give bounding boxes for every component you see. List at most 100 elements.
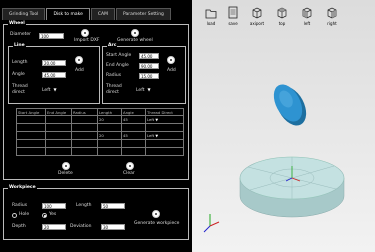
generate-workpiece-button[interactable]	[152, 210, 160, 218]
app-window: Grinding Tool Disk to make CAM Parameter…	[0, 0, 375, 252]
arc-direct-select[interactable]: Left ▼	[136, 87, 151, 93]
toolbar-label: right	[327, 21, 337, 26]
table-cell[interactable]	[97, 123, 122, 132]
chevron-down-icon: ▼	[155, 134, 159, 138]
table-cell[interactable]	[16, 123, 46, 132]
arc-radius-input[interactable]: 15.00	[139, 73, 159, 79]
line-legend: Line	[13, 43, 26, 49]
cube-left-icon	[302, 7, 312, 19]
wp-deviation-label: Deviation	[70, 224, 92, 229]
table-cell[interactable]	[45, 115, 72, 124]
table-cell[interactable]	[71, 115, 98, 124]
delete-label: Delete	[58, 171, 73, 176]
toolbar-save[interactable]: save	[222, 6, 244, 30]
arc-end-input[interactable]: 90.00	[139, 63, 159, 69]
hole-radio-yes[interactable]	[42, 213, 47, 218]
toolbar-left[interactable]: left	[296, 6, 318, 30]
wp-deviation-input[interactable]: 30	[101, 224, 125, 230]
table-cell[interactable]	[16, 147, 46, 156]
table-row[interactable]	[16, 139, 184, 148]
table-cell[interactable]	[145, 123, 184, 132]
generate-workpiece-label: Generate workpiece	[134, 221, 180, 226]
toolbar-label: axiport	[249, 21, 265, 26]
arc-group: Arc Start Angle 45.00 End Angle 90.00 Ra…	[102, 43, 186, 104]
table-cell[interactable]	[121, 147, 146, 156]
table-cell[interactable]	[16, 115, 46, 124]
column-header[interactable]: Length	[97, 108, 122, 116]
workpiece-legend: Workpiece	[8, 185, 37, 191]
arc-direct-value: Left	[136, 88, 145, 93]
delete-button[interactable]	[62, 162, 70, 170]
table-cell[interactable]	[45, 139, 72, 148]
column-header[interactable]: Start Angle	[16, 108, 46, 116]
column-header[interactable]: End Angle	[45, 108, 72, 116]
table-cell[interactable]	[45, 147, 72, 156]
line-add-button[interactable]	[75, 56, 83, 64]
toolbar-top[interactable]: top	[271, 6, 293, 30]
tab-parameter-setting[interactable]: Parameter Setting	[115, 8, 171, 20]
table-cell[interactable]	[45, 123, 72, 132]
table-cell[interactable]	[16, 139, 46, 148]
toolbar-right[interactable]: right	[321, 6, 343, 30]
chevron-down-icon: ▼	[155, 118, 159, 122]
line-direct-select[interactable]: Left ▼	[42, 87, 57, 93]
tab-cam[interactable]: CAM	[90, 8, 115, 20]
table-cell[interactable]: 45	[121, 131, 146, 140]
arc-add-label: Add	[167, 68, 176, 73]
cube-right-icon	[327, 7, 337, 19]
3d-viewport[interactable]: load save axiport top left right	[192, 0, 375, 252]
wp-depth-input[interactable]: 20	[42, 224, 66, 230]
clear-button[interactable]	[126, 162, 134, 170]
yes-label: Yes	[49, 212, 57, 217]
table-cell[interactable]: 20	[97, 115, 122, 124]
table-cell[interactable]	[97, 139, 122, 148]
toolbar-load[interactable]: load	[200, 6, 222, 30]
table-cell[interactable]	[16, 131, 46, 140]
document-icon	[228, 6, 238, 19]
table-cell-direct[interactable]: Left ▼	[145, 131, 184, 140]
arc-start-input[interactable]: 45.00	[139, 53, 159, 59]
table-cell[interactable]	[71, 139, 98, 148]
table-cell[interactable]	[71, 147, 98, 156]
arc-legend: Arc	[107, 43, 118, 49]
table-row[interactable]	[16, 147, 184, 156]
table-cell[interactable]	[45, 131, 72, 140]
table-cell[interactable]	[71, 123, 98, 132]
line-angle-input[interactable]: 45.00	[42, 72, 66, 78]
column-header[interactable]: Angle	[121, 108, 146, 116]
hole-radio-no[interactable]	[12, 213, 17, 218]
folder-icon	[205, 9, 217, 19]
tab-grinding-tool[interactable]: Grinding Tool	[2, 8, 46, 20]
toolbar-axiport[interactable]: axiport	[246, 6, 268, 30]
table-cell[interactable]: 20	[97, 131, 122, 140]
line-length-input[interactable]: 20.00	[42, 60, 66, 66]
table-cell[interactable]: 45	[121, 115, 146, 124]
column-header[interactable]: Radius	[71, 108, 98, 116]
table-cell-direct[interactable]: Left ▼	[145, 115, 184, 124]
column-header[interactable]: Thread Direct	[145, 108, 184, 116]
table-row[interactable]	[16, 123, 184, 132]
table-cell[interactable]	[145, 139, 184, 148]
tab-disk-to-make[interactable]: Disk to make	[46, 8, 90, 20]
table-cell[interactable]	[97, 147, 122, 156]
toolbar-label: top	[278, 21, 286, 26]
import-dxf-button[interactable]	[81, 29, 89, 37]
table-row[interactable]: 20 45 Left ▼	[16, 131, 184, 140]
diameter-input[interactable]: 100	[39, 33, 64, 39]
wp-radius-input[interactable]: 100	[42, 203, 66, 209]
table-cell[interactable]	[121, 123, 146, 132]
table-row[interactable]: 20 45 Left ▼	[16, 115, 184, 124]
grinding-disk-model	[273, 84, 307, 126]
table-cell[interactable]	[121, 139, 146, 148]
wp-length-input[interactable]: 50	[101, 203, 125, 209]
generate-wheel-button[interactable]	[131, 29, 139, 37]
chevron-down-icon: ▼	[53, 87, 57, 92]
wheel-legend: Wheel	[8, 21, 26, 27]
arc-add-button[interactable]	[167, 56, 175, 64]
toolbar-label: save	[228, 21, 238, 26]
table-cell[interactable]	[71, 131, 98, 140]
hole-label: Hole	[19, 212, 30, 217]
line-add-label: Add	[75, 68, 84, 73]
3d-scene[interactable]	[192, 30, 375, 252]
table-cell[interactable]	[145, 147, 184, 156]
